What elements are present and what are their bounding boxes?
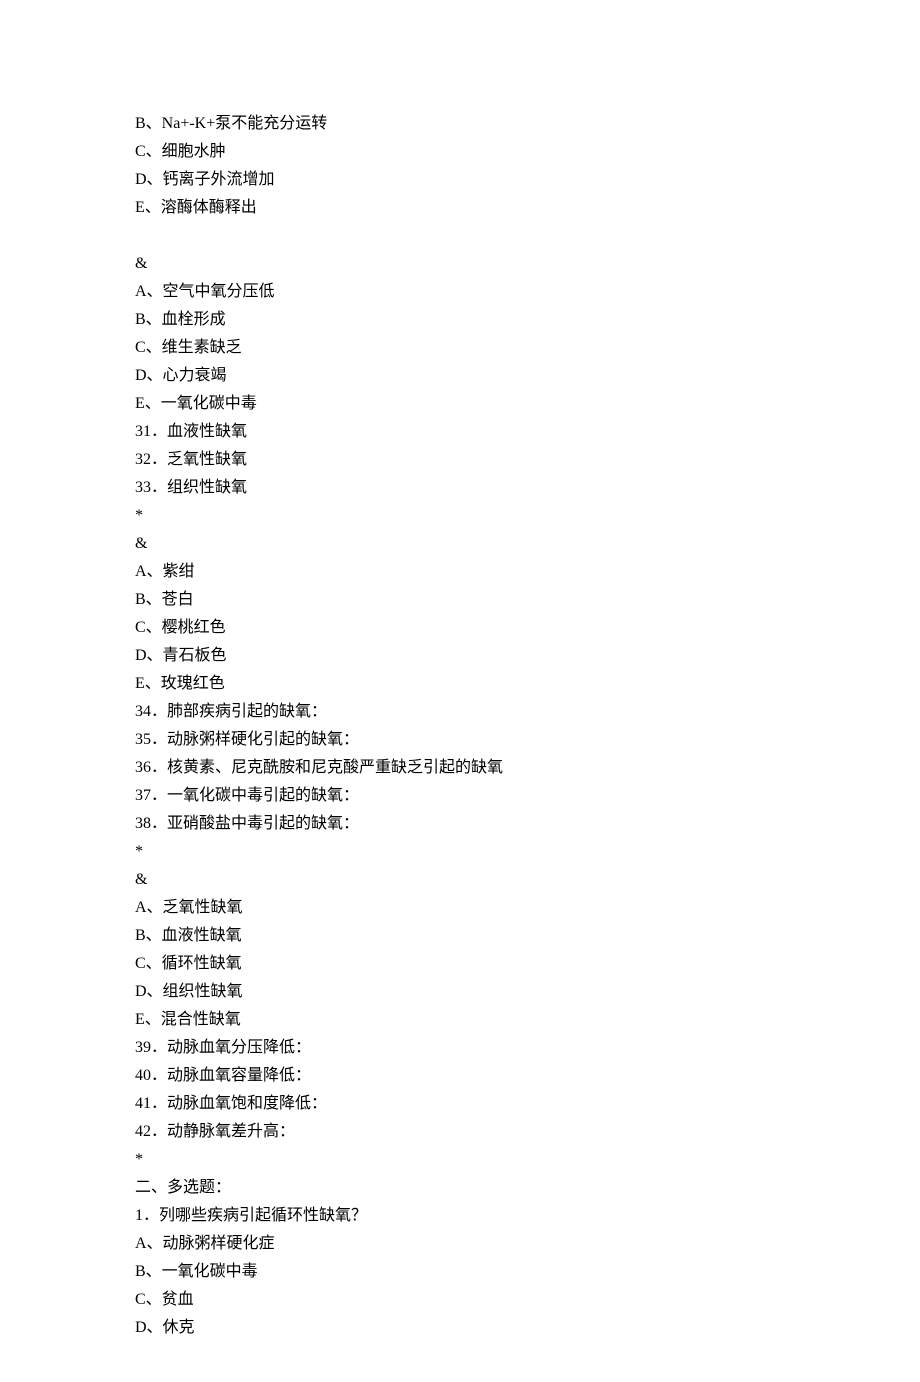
text-line: * bbox=[135, 502, 785, 530]
text-line: B、一氧化碳中毒 bbox=[135, 1258, 785, 1286]
text-line: 39．动脉血氧分压降低： bbox=[135, 1034, 785, 1062]
text-line: C、维生素缺乏 bbox=[135, 334, 785, 362]
text-line: C、细胞水肿 bbox=[135, 138, 785, 166]
text-line: D、组织性缺氧 bbox=[135, 978, 785, 1006]
text-line bbox=[135, 222, 785, 250]
text-line: * bbox=[135, 1146, 785, 1174]
text-line: 35．动脉粥样硬化引起的缺氧： bbox=[135, 726, 785, 754]
text-line: D、钙离子外流增加 bbox=[135, 166, 785, 194]
text-line: A、乏氧性缺氧 bbox=[135, 894, 785, 922]
text-line: 42．动静脉氧差升高： bbox=[135, 1118, 785, 1146]
text-line: & bbox=[135, 250, 785, 278]
text-line: 二、多选题： bbox=[135, 1174, 785, 1202]
text-line: 34．肺部疾病引起的缺氧： bbox=[135, 698, 785, 726]
text-line: * bbox=[135, 838, 785, 866]
text-line: 37．一氧化碳中毒引起的缺氧： bbox=[135, 782, 785, 810]
text-line: D、心力衰竭 bbox=[135, 362, 785, 390]
text-line: 40．动脉血氧容量降低： bbox=[135, 1062, 785, 1090]
text-line: 41．动脉血氧饱和度降低： bbox=[135, 1090, 785, 1118]
document-body: B、Na+-K+泵不能充分运转C、细胞水肿D、钙离子外流增加E、溶酶体酶释出 &… bbox=[135, 110, 785, 1342]
text-line: C、樱桃红色 bbox=[135, 614, 785, 642]
text-line: 33．组织性缺氧 bbox=[135, 474, 785, 502]
text-line: C、贫血 bbox=[135, 1286, 785, 1314]
text-line: A、紫绀 bbox=[135, 558, 785, 586]
text-line: D、青石板色 bbox=[135, 642, 785, 670]
text-line: B、Na+-K+泵不能充分运转 bbox=[135, 110, 785, 138]
text-line: A、动脉粥样硬化症 bbox=[135, 1230, 785, 1258]
text-line: B、血液性缺氧 bbox=[135, 922, 785, 950]
text-line: A、空气中氧分压低 bbox=[135, 278, 785, 306]
text-line: 38．亚硝酸盐中毒引起的缺氧： bbox=[135, 810, 785, 838]
text-line: & bbox=[135, 530, 785, 558]
text-line: E、溶酶体酶释出 bbox=[135, 194, 785, 222]
text-line: E、玫瑰红色 bbox=[135, 670, 785, 698]
text-line: C、循环性缺氧 bbox=[135, 950, 785, 978]
text-line: D、休克 bbox=[135, 1314, 785, 1342]
text-line: B、苍白 bbox=[135, 586, 785, 614]
text-line: 36．核黄素、尼克酰胺和尼克酸严重缺乏引起的缺氧 bbox=[135, 754, 785, 782]
text-line: 32．乏氧性缺氧 bbox=[135, 446, 785, 474]
text-line: 31．血液性缺氧 bbox=[135, 418, 785, 446]
text-line: 1．列哪些疾病引起循环性缺氧？ bbox=[135, 1202, 785, 1230]
text-line: E、混合性缺氧 bbox=[135, 1006, 785, 1034]
text-line: B、血栓形成 bbox=[135, 306, 785, 334]
text-line: & bbox=[135, 866, 785, 894]
text-line: E、一氧化碳中毒 bbox=[135, 390, 785, 418]
